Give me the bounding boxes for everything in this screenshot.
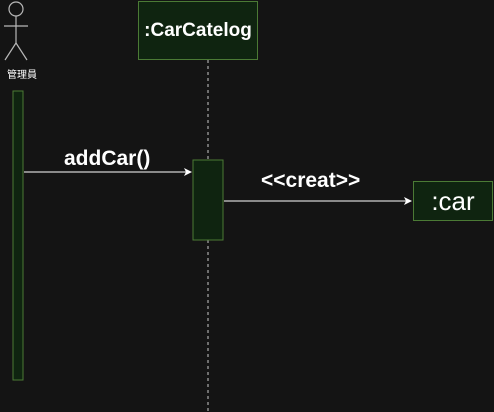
created-object-label: :car: [431, 185, 475, 216]
actor-label: 管理員: [7, 70, 37, 81]
created-object-car: :car: [413, 181, 493, 221]
actor-activation-bar: [12, 90, 24, 381]
stick-figure-icon: [4, 1, 28, 61]
lifeline-head-carcatelog: :CarCatelog: [138, 1, 258, 60]
message-label-addcar: addCar(): [64, 147, 151, 170]
lifeline-activation-bar: [192, 159, 224, 241]
lifeline-label: :CarCatelog: [144, 19, 252, 41]
message-label-create: <<creat>>: [261, 169, 361, 192]
